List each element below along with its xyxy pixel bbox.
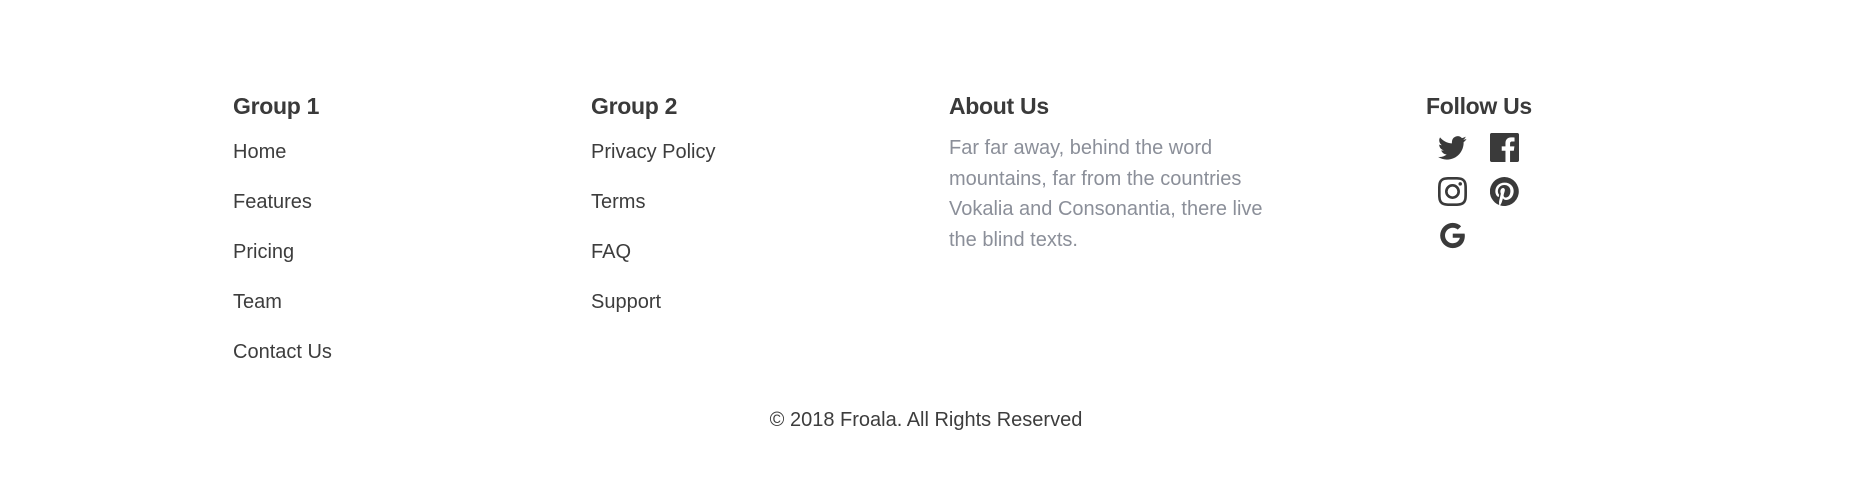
list-item: Support bbox=[591, 289, 911, 339]
pricing-link[interactable]: Pricing bbox=[233, 241, 294, 263]
footer-column-about: About Us Far far away, behind the word m… bbox=[949, 92, 1289, 255]
team-link[interactable]: Team bbox=[233, 291, 282, 313]
facebook-link[interactable] bbox=[1478, 133, 1530, 177]
list-item: Terms bbox=[591, 189, 911, 239]
list-item: Pricing bbox=[233, 239, 533, 289]
social-icons bbox=[1426, 133, 1576, 265]
instagram-link[interactable] bbox=[1426, 177, 1478, 221]
google-icon bbox=[1439, 222, 1465, 249]
about-us-heading: About Us bbox=[949, 93, 1049, 119]
instagram-icon bbox=[1437, 177, 1467, 206]
footer-column-group-2: Group 2 Privacy Policy Terms FAQ Support bbox=[591, 92, 911, 339]
group-1-links: Home Features Pricing Team Contact Us bbox=[233, 139, 533, 389]
faq-link[interactable]: FAQ bbox=[591, 241, 631, 263]
pinterest-icon bbox=[1489, 177, 1519, 206]
copyright-text: © 2018 Froala. All Rights Reserved bbox=[769, 409, 1083, 431]
list-item: Privacy Policy bbox=[591, 139, 911, 189]
privacy-policy-link[interactable]: Privacy Policy bbox=[591, 141, 715, 163]
home-link[interactable]: Home bbox=[233, 141, 286, 163]
group-2-links: Privacy Policy Terms FAQ Support bbox=[591, 139, 911, 339]
pinterest-link[interactable] bbox=[1478, 177, 1530, 221]
site-footer: Group 1 Home Features Pricing Team Conta… bbox=[0, 0, 1852, 487]
footer-column-group-1: Group 1 Home Features Pricing Team Conta… bbox=[233, 92, 533, 389]
group-1-heading: Group 1 bbox=[233, 93, 320, 119]
footer-column-follow: Follow Us bbox=[1426, 92, 1676, 265]
list-item: Team bbox=[233, 289, 533, 339]
twitter-link[interactable] bbox=[1426, 133, 1478, 177]
about-us-text: Far far away, behind the word mountains,… bbox=[949, 137, 1263, 251]
group-2-heading: Group 2 bbox=[591, 93, 678, 119]
facebook-icon bbox=[1489, 133, 1519, 162]
twitter-icon bbox=[1437, 136, 1467, 160]
list-item: Contact Us bbox=[233, 339, 533, 389]
support-link[interactable]: Support bbox=[591, 291, 661, 313]
google-link[interactable] bbox=[1426, 221, 1478, 265]
features-link[interactable]: Features bbox=[233, 191, 312, 213]
contact-us-link[interactable]: Contact Us bbox=[233, 341, 332, 363]
follow-us-heading: Follow Us bbox=[1426, 93, 1532, 119]
list-item: Features bbox=[233, 189, 533, 239]
list-item: FAQ bbox=[591, 239, 911, 289]
terms-link[interactable]: Terms bbox=[591, 191, 645, 213]
list-item: Home bbox=[233, 139, 533, 189]
